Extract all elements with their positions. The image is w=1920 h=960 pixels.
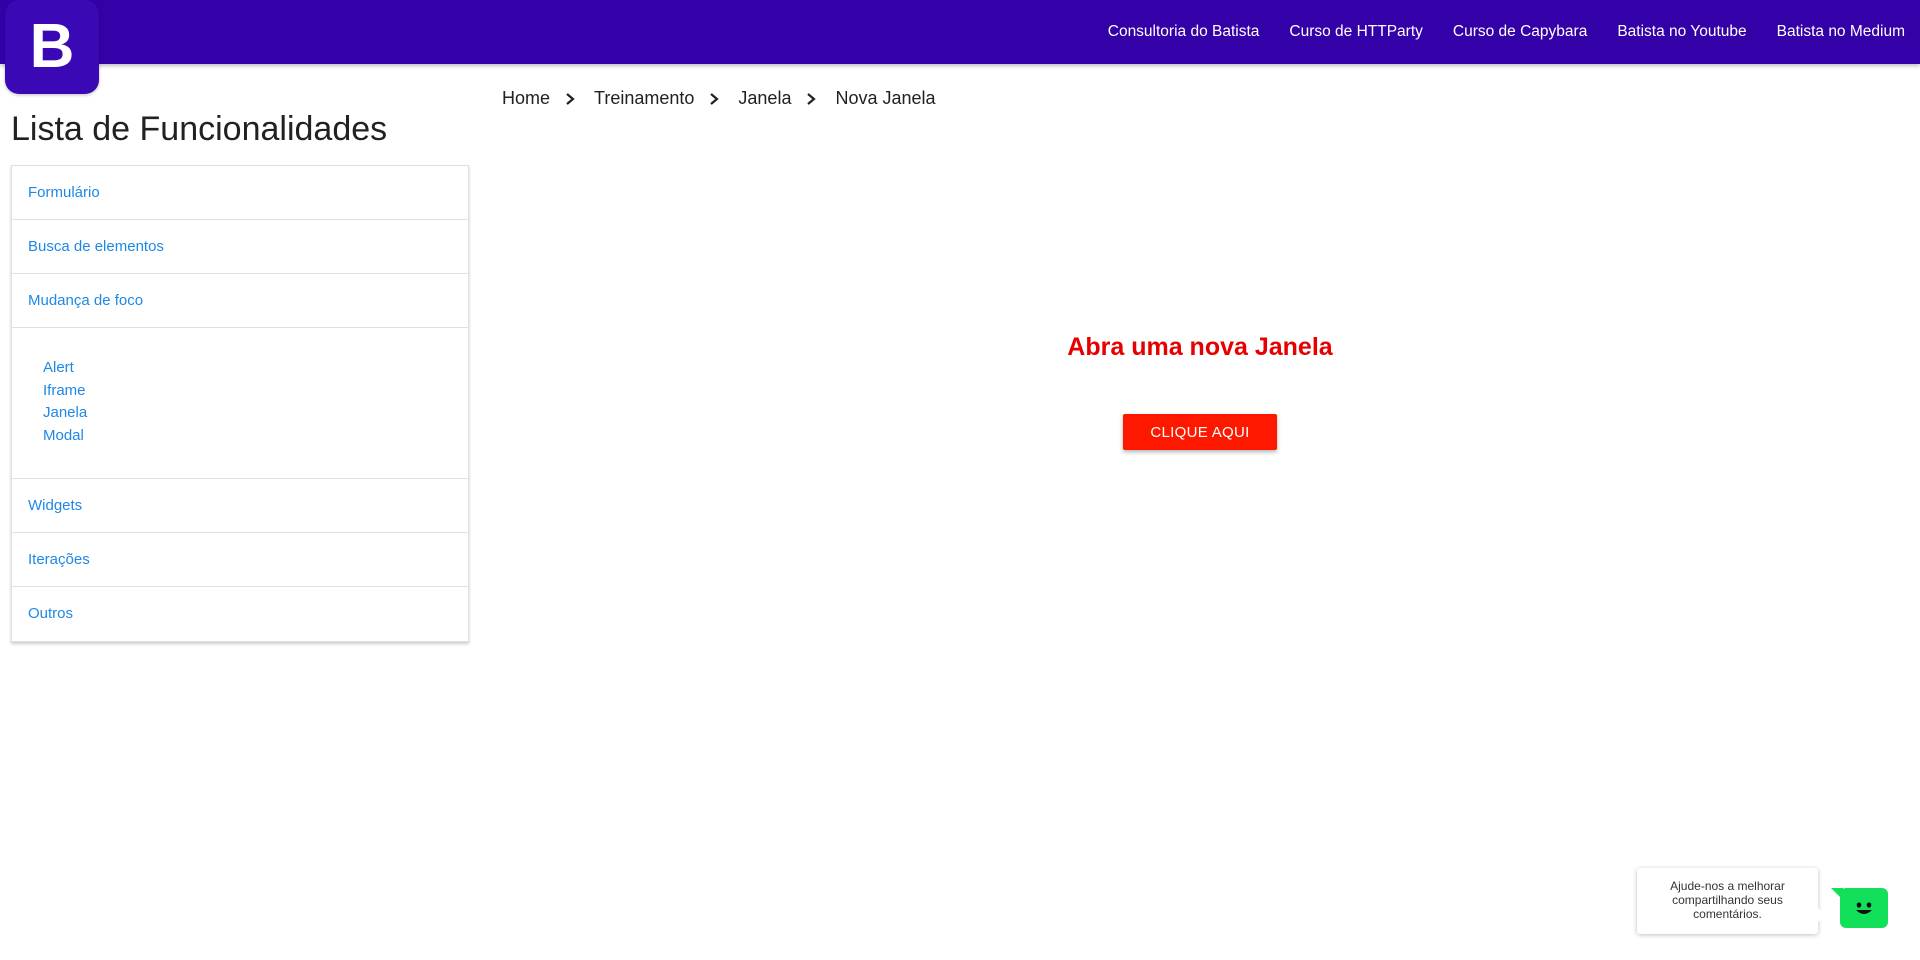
sidebar-item-mudanca-foco[interactable]: Mudança de foco xyxy=(12,274,468,328)
breadcrumb-janela[interactable]: Janela xyxy=(738,88,791,109)
sidebar-title: Lista de Funcionalidades xyxy=(11,110,388,148)
site-logo[interactable]: B xyxy=(5,0,99,94)
sidebar-item-busca-elementos[interactable]: Busca de elementos xyxy=(12,220,468,274)
breadcrumb-home[interactable]: Home xyxy=(502,88,550,109)
submenu-link-modal[interactable]: Modal xyxy=(43,425,468,448)
feedback-tooltip: Ajude-nos a melhorar compartilhando seus… xyxy=(1637,868,1826,934)
sidebar-item-widgets[interactable]: Widgets xyxy=(12,479,468,533)
submenu-link-janela[interactable]: Janela xyxy=(43,402,468,425)
chevron-right-icon xyxy=(694,86,738,110)
feedback-chat-button[interactable] xyxy=(1831,888,1888,928)
nav-link-youtube[interactable]: Batista no Youtube xyxy=(1602,23,1761,41)
nav-link-capybara[interactable]: Curso de Capybara xyxy=(1438,23,1602,41)
submenu-link-alert[interactable]: Alert xyxy=(43,357,468,380)
chevron-right-icon xyxy=(550,86,594,110)
smiley-chat-icon xyxy=(1856,902,1872,914)
page-heading: Abra uma nova Janela xyxy=(1067,333,1333,361)
sidebar-item-formulario[interactable]: Formulário xyxy=(12,166,468,220)
breadcrumb: Home Treinamento Janela Nova Janela xyxy=(502,86,936,110)
breadcrumb-treinamento[interactable]: Treinamento xyxy=(594,88,694,109)
feature-list: Formulário Busca de elementos Mudança de… xyxy=(11,165,469,642)
breadcrumb-nova-janela[interactable]: Nova Janela xyxy=(835,88,935,109)
top-nav-links: Consultoria do Batista Curso de HTTParty… xyxy=(1093,0,1920,64)
sidebar-item-iteracoes[interactable]: Iterações xyxy=(12,533,468,587)
nav-link-httparty[interactable]: Curso de HTTParty xyxy=(1274,23,1438,41)
chevron-right-icon xyxy=(791,86,835,110)
open-window-button[interactable]: CLIQUE AQUI xyxy=(1123,414,1277,450)
nav-link-consultoria[interactable]: Consultoria do Batista xyxy=(1093,23,1275,41)
sidebar-item-outros[interactable]: Outros xyxy=(12,587,468,641)
submenu-link-iframe[interactable]: Iframe xyxy=(43,380,468,403)
logo-letter: B xyxy=(29,12,75,81)
nav-link-medium[interactable]: Batista no Medium xyxy=(1762,23,1920,41)
top-navbar: Consultoria do Batista Curso de HTTParty… xyxy=(0,0,1920,64)
sidebar-submenu-mudanca-foco: Alert Iframe Janela Modal xyxy=(12,328,468,479)
